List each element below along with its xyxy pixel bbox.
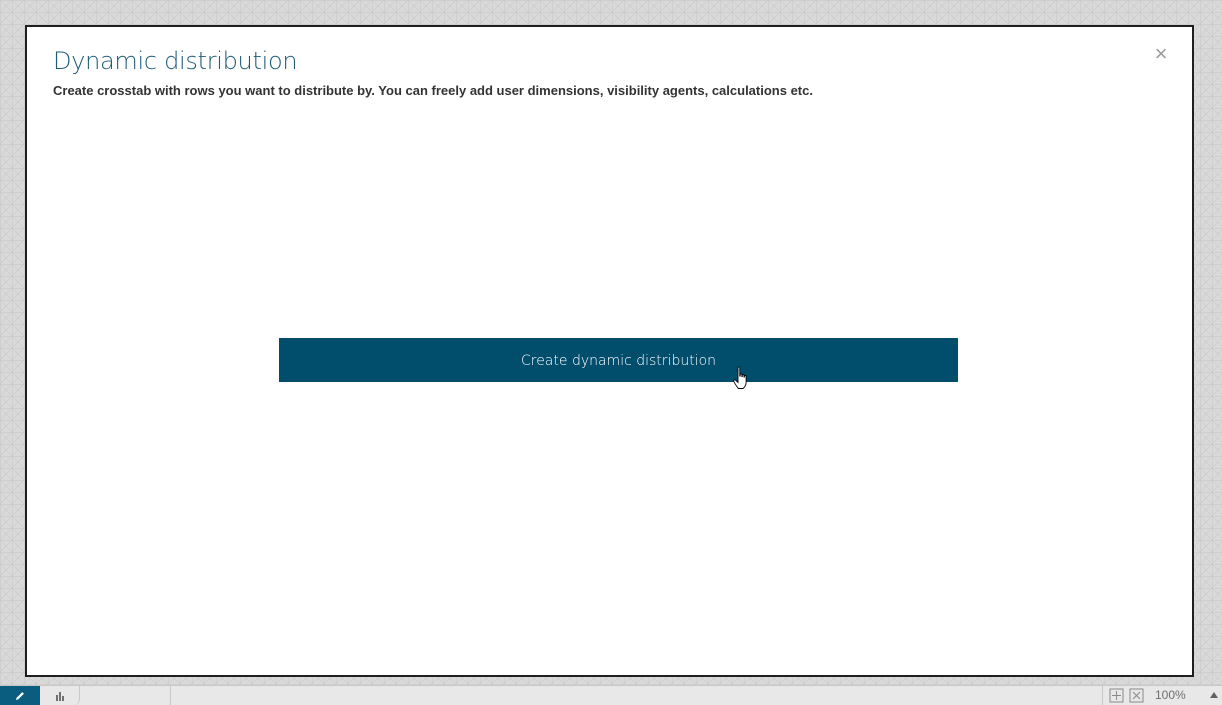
caret-up-icon[interactable] <box>1210 692 1218 698</box>
zoom-level[interactable]: 100% <box>1155 688 1186 702</box>
view-mode-tab[interactable] <box>41 686 80 705</box>
toolbar-divider <box>1102 686 1103 705</box>
fullscreen-icon[interactable] <box>1129 688 1144 703</box>
bar-chart-icon <box>56 691 64 701</box>
hand-pointer-cursor-icon <box>733 366 747 389</box>
create-dynamic-distribution-button[interactable]: Create dynamic distribution <box>279 338 958 382</box>
fit-to-screen-icon[interactable] <box>1109 688 1124 703</box>
toolbar-divider <box>170 686 171 705</box>
bottom-toolbar: 100% <box>0 685 1222 705</box>
dialog-subtitle: Create crosstab with rows you want to di… <box>53 83 813 98</box>
dialog-title: Dynamic distribution <box>53 47 298 75</box>
dynamic-distribution-dialog: Dynamic distribution Create crosstab wit… <box>25 25 1194 677</box>
pencil-icon <box>16 691 24 700</box>
edit-mode-tab[interactable] <box>0 686 40 705</box>
close-icon[interactable]: × <box>1150 43 1172 65</box>
